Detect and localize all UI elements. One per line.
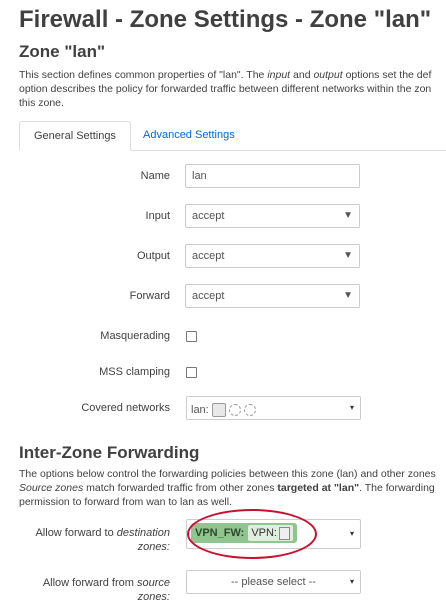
forward-policy-value: accept — [192, 290, 225, 302]
src-zones-label: Allow forward from source zones: — [42, 577, 170, 603]
name-input[interactable]: lan — [185, 164, 360, 188]
dest-zones-select[interactable]: VPN_FW: VPN: ▾ — [186, 519, 361, 549]
dropdown-caret-icon: ▾ — [349, 577, 354, 586]
input-label: Input — [145, 210, 170, 222]
page-title: Firewall - Zone Settings - Zone "lan" — [19, 6, 432, 33]
covered-networks-label: Covered networks — [81, 402, 170, 414]
output-label: Output — [136, 250, 170, 262]
output-policy-select[interactable]: accept ▼ — [185, 244, 360, 268]
src-zones-placeholder: -- please select -- — [231, 576, 316, 588]
src-zones-select[interactable]: -- please select -- ▾ — [186, 570, 361, 594]
input-policy-select[interactable]: accept ▼ — [185, 204, 360, 228]
dest-zones-label: Allow forward to destination zones: — [35, 527, 170, 553]
covered-networks-select[interactable]: lan: ▾ — [186, 396, 361, 420]
dest-zone-tags: VPN_FW: VPN: — [191, 523, 297, 543]
zone-network: VPN: — [248, 525, 293, 541]
zone-badge-vpn-fw: VPN_FW: VPN: — [191, 523, 297, 543]
wireless-icon — [228, 404, 241, 416]
masquerading-label: Masquerading — [100, 330, 170, 342]
name-label: Name — [140, 170, 170, 182]
dropdown-arrow-icon: ▼ — [343, 290, 353, 301]
forward-label: Forward — [129, 290, 170, 302]
dropdown-arrow-icon: ▼ — [343, 250, 353, 261]
ethernet-icon — [211, 403, 226, 417]
covered-networks-tags: lan: — [191, 399, 256, 421]
settings-tabs: General Settings Advanced Settings — [19, 121, 446, 151]
network-name: lan: — [191, 404, 209, 416]
forwarding-description: The options below control the forwarding… — [19, 468, 436, 508]
network-device-icon — [279, 526, 290, 540]
forward-policy-select[interactable]: accept ▼ — [185, 284, 360, 308]
masquerading-checkbox[interactable] — [186, 331, 197, 342]
wireless-icon — [243, 404, 256, 416]
mss-clamping-label: MSS clamping — [99, 366, 170, 378]
tab-general-settings[interactable]: General Settings — [19, 121, 131, 151]
tab-advanced-settings[interactable]: Advanced Settings — [129, 121, 249, 149]
output-policy-value: accept — [192, 250, 225, 262]
mss-clamping-checkbox[interactable] — [186, 367, 197, 378]
zone-description: This section defines common properties o… — [19, 69, 432, 109]
dropdown-arrow-icon: ▼ — [343, 210, 353, 221]
input-policy-value: accept — [192, 210, 225, 222]
dropdown-caret-icon: ▾ — [349, 529, 354, 538]
forwarding-heading: Inter-Zone Forwarding — [19, 443, 200, 462]
zone-name: VPN_FW: — [195, 527, 245, 539]
dropdown-caret-icon: ▾ — [349, 403, 354, 412]
zone-heading: Zone "lan" — [19, 42, 106, 61]
